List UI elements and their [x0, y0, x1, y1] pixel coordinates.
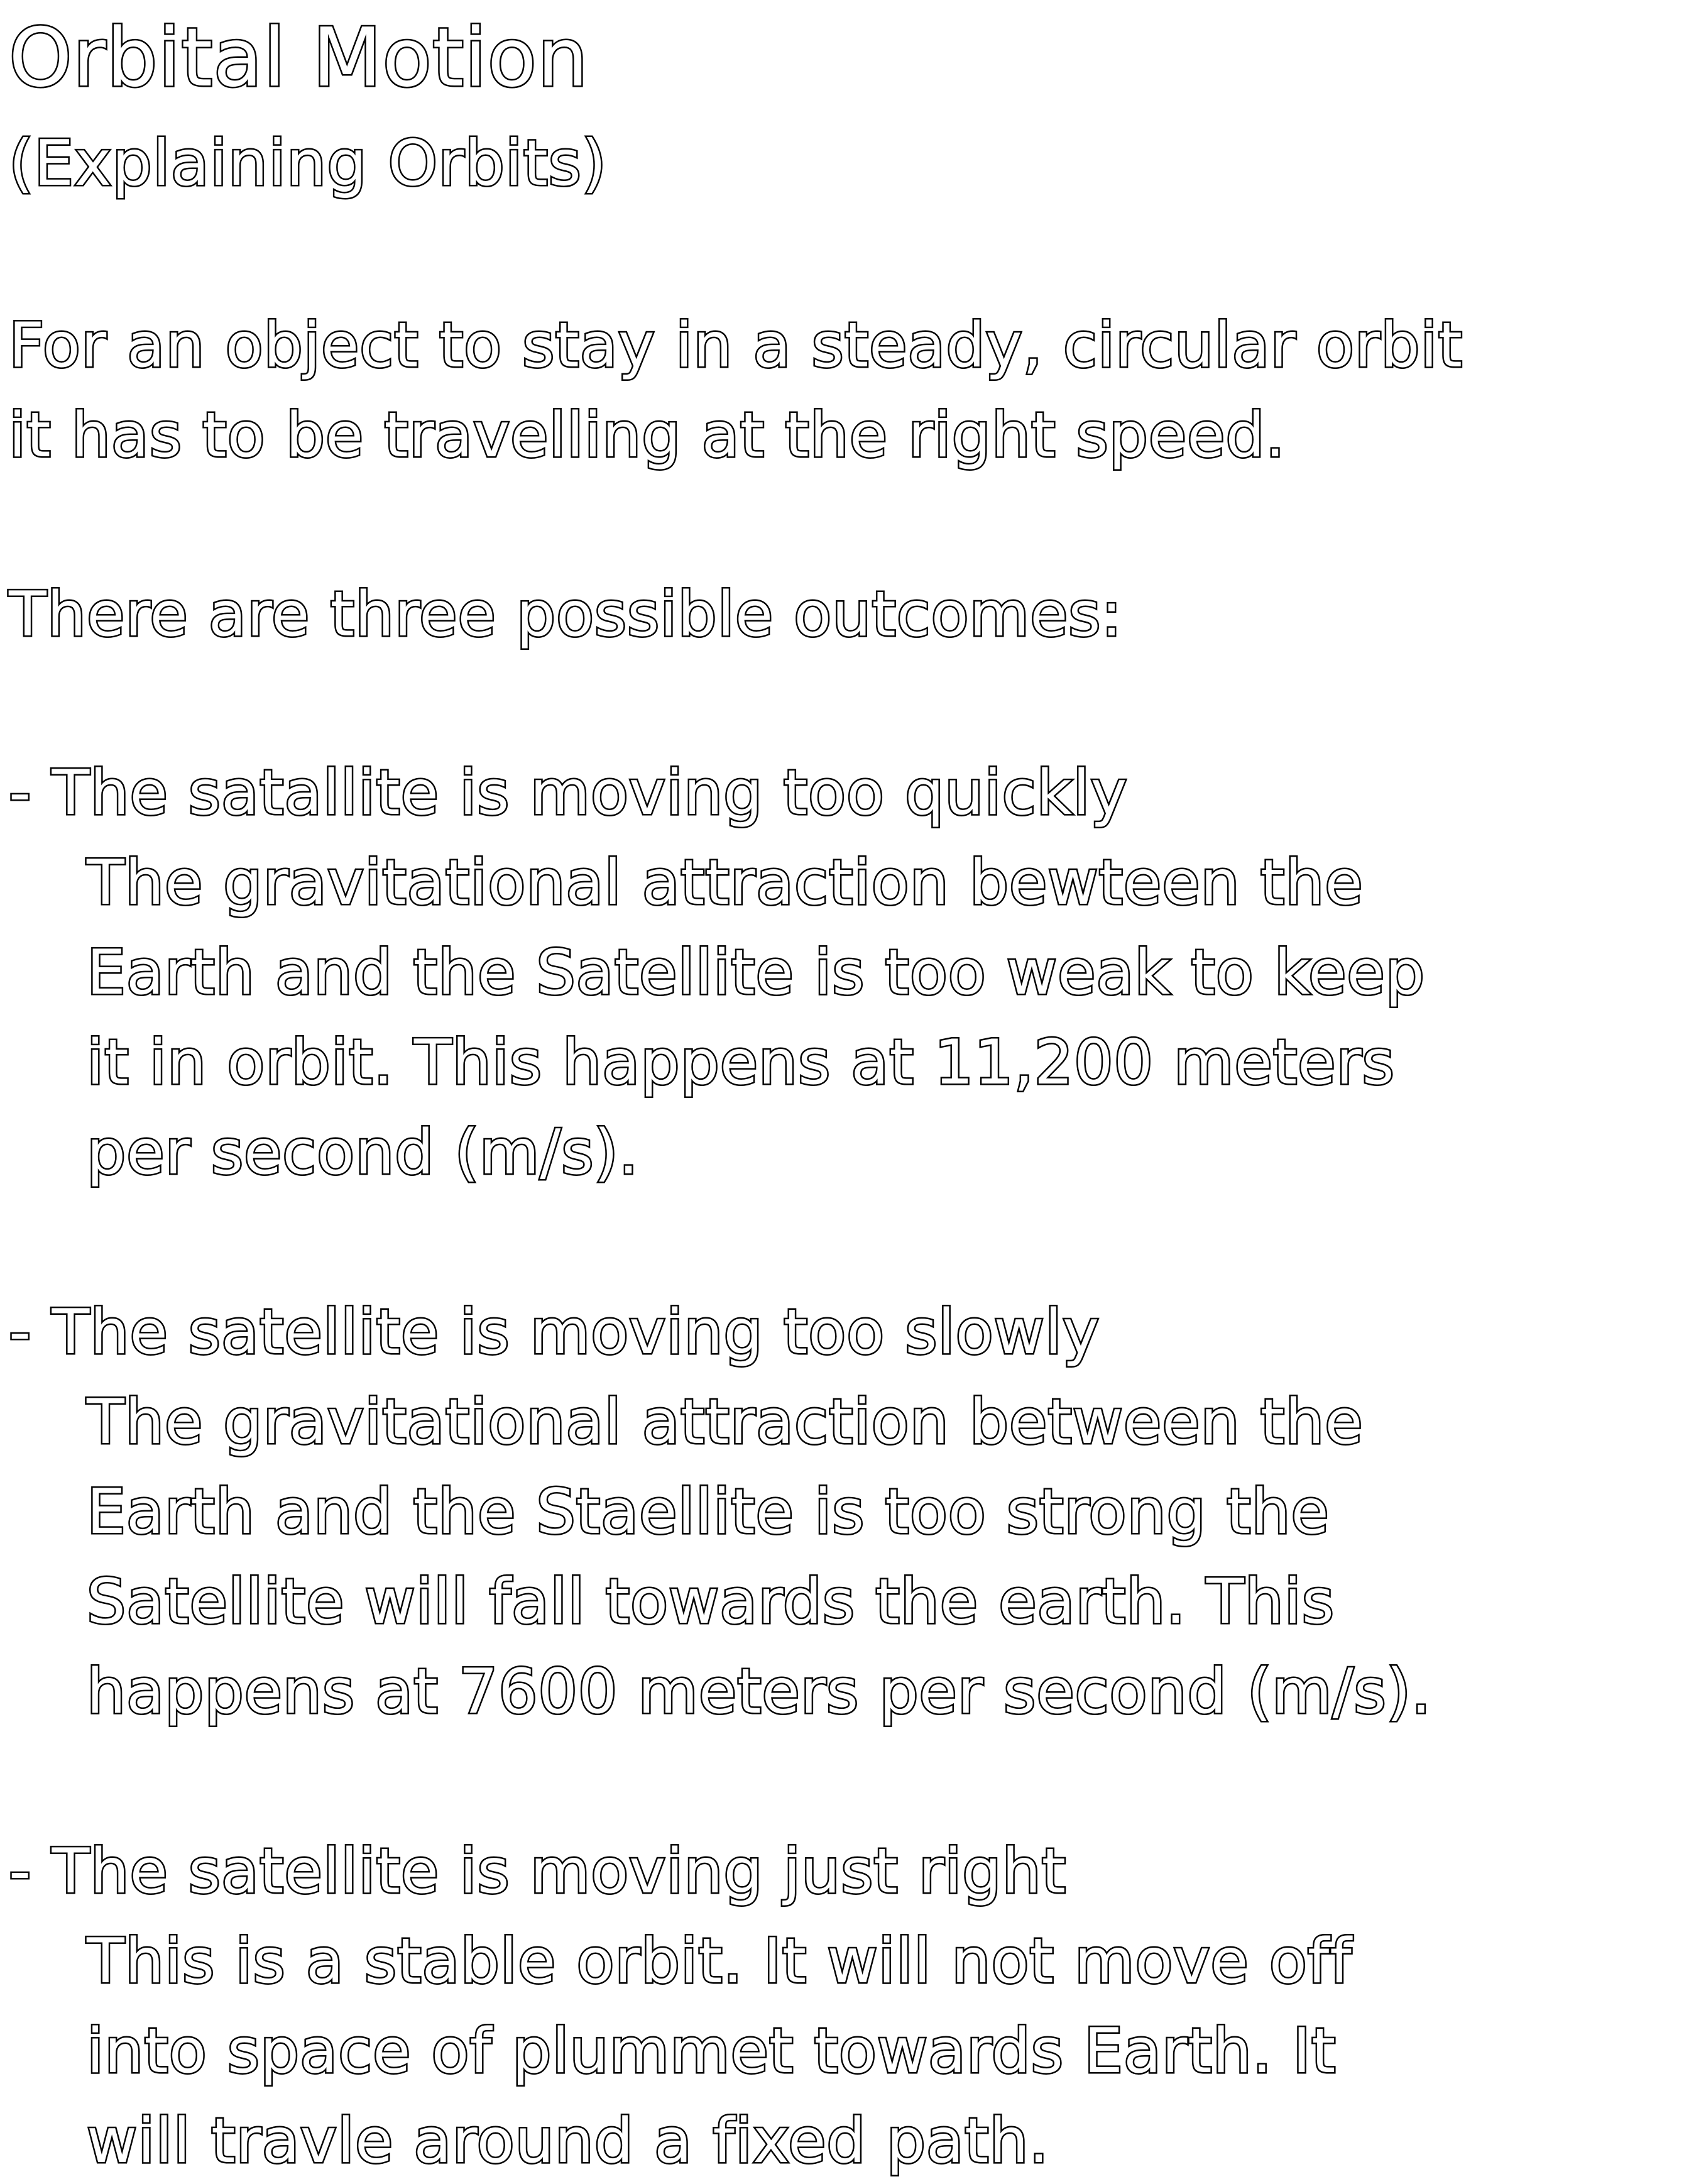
outcome-text-line: This is a stable orbit. It will not move…	[85, 1924, 1353, 1999]
outcome-text-line: will travle around a fixed path.	[85, 2104, 1051, 2179]
outcome-heading-too-slowly: - The satellite is moving too slowly	[8, 1295, 1101, 1370]
outcome-heading-just-right: - The satellite is moving just right	[7, 1835, 1067, 1909]
outcome-text-line: Satellite will fall towards the earth. T…	[85, 1565, 1336, 1640]
outcome-text-line: happens at 7600 meters per second (m/s).	[85, 1655, 1432, 1730]
outcome-text-line: into space of plummet towards Earth. It	[85, 2014, 1337, 2089]
page-title: Orbital Motion	[8, 10, 590, 107]
outcome-text-line: per second (m/s).	[85, 1116, 640, 1190]
intro-line: For an object to stay in a steady, circu…	[7, 309, 1463, 383]
outcome-text-line: it in orbit. This happens at 11,200 mete…	[85, 1026, 1396, 1100]
outcome-text-line: The gravitational attraction bewteen the	[85, 846, 1365, 921]
page-subtitle: (Explaining Orbits)	[8, 125, 608, 202]
outcome-text-line: The gravitational attraction between the	[85, 1385, 1365, 1460]
outcomes-heading: There are three possible outcomes:	[7, 578, 1123, 652]
outcome-text-line: Earth and the Satellite is too weak to k…	[85, 936, 1426, 1011]
intro-line: it has to be travelling at the right spe…	[8, 398, 1287, 473]
outcome-heading-too-quickly: - The satallite is moving too quickly	[8, 756, 1129, 831]
outcome-text-line: Earth and the Staellite is too strong th…	[85, 1475, 1331, 1550]
